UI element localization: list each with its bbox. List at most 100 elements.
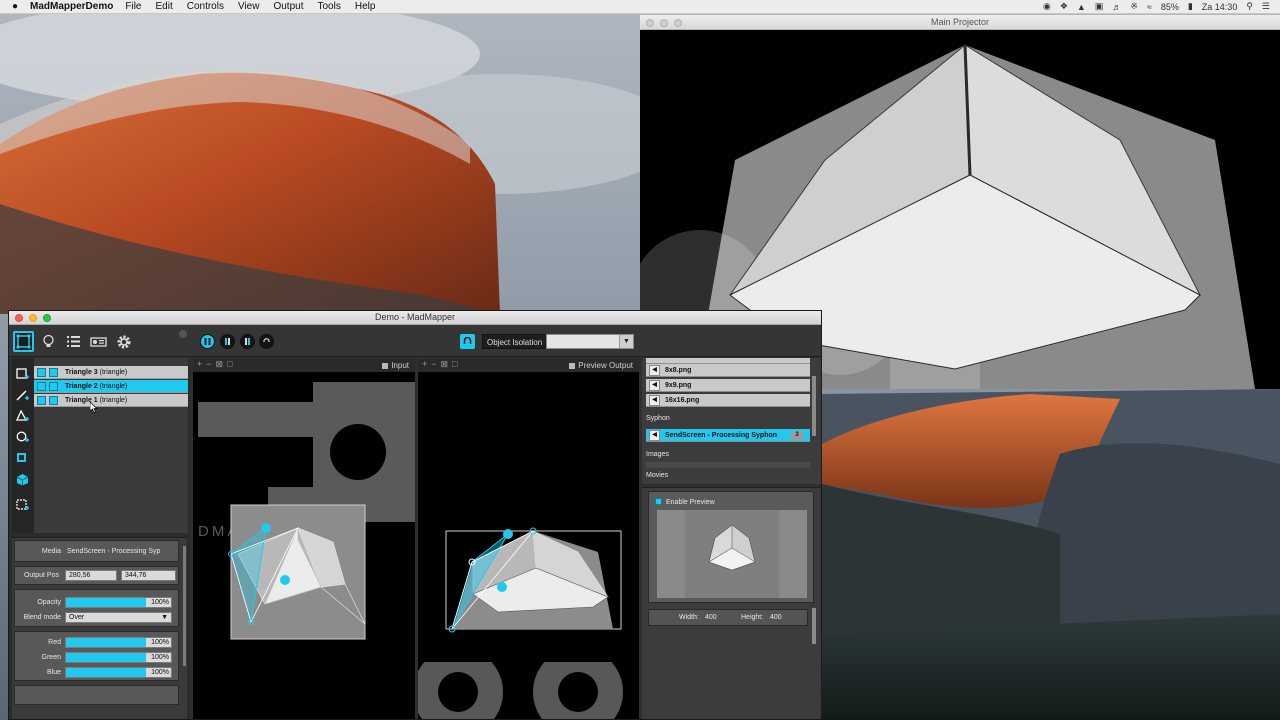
list-icon[interactable]: ☰: [1262, 1, 1270, 12]
add-circle-icon[interactable]: [16, 431, 29, 444]
pause-icon: [245, 338, 250, 345]
menu-help[interactable]: Help: [355, 1, 376, 12]
zoom-controls-icon[interactable]: +−⊠□: [422, 359, 462, 370]
add-line-icon[interactable]: [16, 389, 29, 402]
play-arrow-icon[interactable]: ◀: [649, 430, 660, 441]
syphon-section-header[interactable]: Syphon: [646, 415, 670, 422]
menu-edit[interactable]: Edit: [155, 1, 172, 12]
blend-mode-select[interactable]: Over ▼: [65, 612, 172, 623]
add-3d-object-icon[interactable]: [16, 473, 29, 486]
loop-button[interactable]: [259, 334, 274, 349]
surfaces-panel: Triangle 3 (triangle) Triangle 2 (triang…: [9, 358, 190, 719]
lock-icon[interactable]: [49, 396, 58, 405]
menu-file[interactable]: File: [125, 1, 141, 12]
bluetooth-icon[interactable]: ※: [1130, 1, 1138, 12]
layer-row-triangle-3[interactable]: Triangle 3 (triangle): [34, 366, 188, 379]
step-back-button[interactable]: [220, 334, 235, 349]
green-slider[interactable]: 100%: [65, 652, 172, 663]
opacity-slider[interactable]: 100%: [65, 597, 172, 608]
input-view-header: +−⊠□ Input: [193, 358, 415, 372]
blue-label: Blue: [46, 669, 61, 676]
zoom-controls-icon[interactable]: +−⊠□: [197, 359, 237, 370]
clock[interactable]: Za 14:30: [1202, 2, 1238, 12]
visibility-toggle[interactable]: [37, 368, 46, 377]
input-canvas[interactable]: DMAPPER: [193, 372, 415, 720]
play-arrow-icon[interactable]: ◀: [649, 395, 660, 406]
output-tab-button[interactable]: [88, 331, 109, 352]
add-group-icon[interactable]: [16, 499, 29, 512]
search-icon[interactable]: ⚲: [1246, 1, 1253, 12]
height-value: 400: [770, 614, 782, 621]
menu-view[interactable]: View: [238, 1, 260, 12]
preferences-tab-button[interactable]: [113, 331, 134, 352]
move-handle[interactable]: [503, 529, 513, 539]
dropbox-icon[interactable]: ❖: [1060, 1, 1068, 12]
blue-slider[interactable]: 100%: [65, 667, 172, 678]
rotate-handle[interactable]: [497, 582, 507, 592]
preview-box: Enable Preview: [648, 491, 814, 603]
lock-icon[interactable]: [49, 368, 58, 377]
record-icon[interactable]: ◉: [1043, 1, 1051, 12]
airplay-icon[interactable]: ▲: [1077, 2, 1086, 12]
add-triangle-icon[interactable]: [16, 410, 29, 423]
layer-row-triangle-2[interactable]: Triangle 2 (triangle): [34, 380, 188, 393]
input-view: +−⊠□ Input DMAPPER: [193, 358, 415, 720]
battery-icon[interactable]: ▮: [1188, 1, 1193, 12]
visibility-toggle[interactable]: [37, 382, 46, 391]
wifi-icon[interactable]: ≈: [1147, 2, 1152, 12]
usage-count-badge: 3: [790, 431, 804, 440]
projector-titlebar[interactable]: Main Projector: [640, 15, 1280, 30]
media-row-sendscreen[interactable]: ◀ SendScreen - Processing Syphon 3: [646, 429, 810, 442]
media-row-16x16[interactable]: ◀ 16x16.png: [646, 394, 810, 407]
opacity-value: 100%: [151, 599, 169, 606]
media-row-8x8[interactable]: ◀ 8x8.png: [646, 364, 810, 377]
add-quad-icon[interactable]: [16, 368, 29, 381]
collapse-icon[interactable]: [179, 330, 187, 338]
output-pos-y-field[interactable]: 344,76: [121, 570, 176, 581]
cues-tab-button[interactable]: [63, 331, 84, 352]
menu-tools[interactable]: Tools: [318, 1, 341, 12]
layer-list: Triangle 3 (triangle) Triangle 2 (triang…: [34, 358, 188, 533]
menu-output[interactable]: Output: [273, 1, 303, 12]
preview-output-toggle[interactable]: Preview Output: [569, 361, 633, 370]
opacity-label: Opacity: [37, 599, 61, 606]
object-isolation-select[interactable]: ▼: [546, 334, 634, 349]
green-value: 100%: [151, 654, 169, 661]
madmapper-titlebar[interactable]: Demo - MadMapper: [9, 311, 821, 325]
media-file-name: 16x16.png: [665, 397, 700, 404]
preview-scrollbar[interactable]: [812, 608, 816, 644]
red-slider-fill: [66, 638, 146, 647]
play-arrow-icon[interactable]: ◀: [649, 380, 660, 391]
volume-icon[interactable]: ♬: [1112, 2, 1121, 12]
play-arrow-icon[interactable]: ◀: [649, 365, 660, 376]
layer-row-triangle-1[interactable]: Triangle 1 (triangle): [34, 394, 188, 407]
output-pos-x-field[interactable]: 280,56: [65, 570, 117, 581]
surfaces-tab-button[interactable]: [13, 331, 34, 352]
movies-section-header[interactable]: Movies: [646, 472, 668, 479]
input-toggle[interactable]: Input: [382, 361, 409, 370]
enable-preview-checkbox[interactable]: Enable Preview: [655, 498, 715, 506]
media-value[interactable]: SendScreen - Processing Syp: [67, 548, 160, 555]
add-mask-icon[interactable]: [16, 452, 29, 465]
red-slider[interactable]: 100%: [65, 637, 172, 648]
output-pos-label: Output Pos: [23, 572, 59, 579]
step-forward-button[interactable]: [240, 334, 255, 349]
visibility-toggle[interactable]: [37, 396, 46, 405]
menu-controls[interactable]: Controls: [187, 1, 224, 12]
green-label: Green: [41, 654, 61, 661]
images-section-header[interactable]: Images: [646, 451, 669, 458]
pause-button[interactable]: [200, 334, 215, 349]
media-row-9x9[interactable]: ◀ 9x9.png: [646, 379, 810, 392]
move-handle[interactable]: [261, 523, 271, 533]
red-label: Red: [48, 639, 61, 646]
rotate-handle[interactable]: [280, 575, 290, 585]
lock-icon[interactable]: [49, 382, 58, 391]
notification-icon[interactable]: ▣: [1095, 1, 1104, 12]
output-canvas[interactable]: [418, 372, 639, 720]
media-scrollbar[interactable]: [812, 376, 816, 436]
apple-menu-icon[interactable]: ●: [0, 1, 30, 12]
object-isolation-toggle[interactable]: [460, 334, 475, 349]
properties-scrollbar[interactable]: [183, 546, 186, 666]
media-tab-button[interactable]: [38, 331, 59, 352]
menu-app-name[interactable]: MadMapperDemo: [30, 1, 113, 12]
